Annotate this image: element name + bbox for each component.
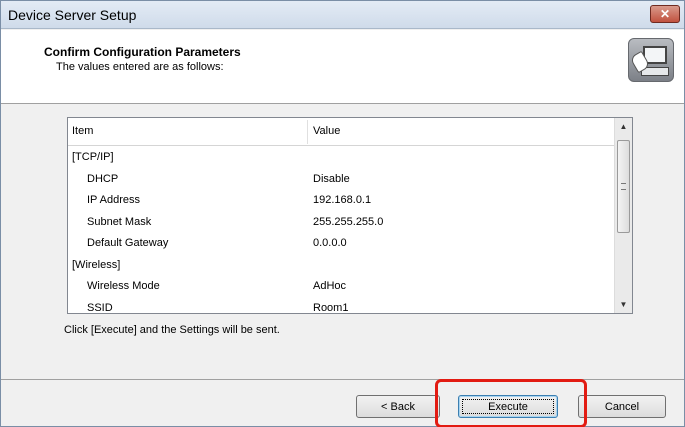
table-body: [TCP/IP] DHCP Disable IP Address 192.168.0.1… (68, 147, 615, 319)
table-row[interactable]: SSID Room1 (68, 298, 615, 320)
grip-icon (621, 183, 626, 190)
row-item: Default Gateway (87, 237, 169, 249)
config-table: Item Value [TCP/IP] DHCP Disable IP Address… (67, 117, 633, 314)
row-item: [Wireless] (72, 258, 121, 271)
row-value: Room1 (313, 301, 349, 314)
table-header: Item Value (68, 118, 615, 146)
row-value: AdHoc (313, 280, 347, 292)
back-button-label: < Back (381, 400, 415, 413)
page-title: Confirm Configuration Parameters (44, 45, 241, 59)
title-bar: Device Server Setup ✕ (1, 1, 684, 29)
row-value: Disable (313, 172, 350, 185)
table-row[interactable]: Subnet Mask 255.255.255.0 (68, 212, 615, 234)
row-value: 0.0.0.0 (313, 237, 347, 249)
close-button[interactable]: ✕ (650, 5, 680, 23)
computer-wrench-icon (628, 38, 674, 82)
cancel-button[interactable]: Cancel (578, 395, 666, 418)
table-row[interactable]: Default Gateway 0.0.0.0 (68, 233, 615, 255)
table-row[interactable]: DHCP Disable (68, 169, 615, 191)
row-value: 192.168.0.1 (313, 194, 372, 206)
scroll-down-icon[interactable]: ▼ (615, 296, 632, 313)
header-panel: Confirm Configuration Parameters The val… (1, 30, 684, 104)
row-item: Subnet Mask (87, 215, 152, 228)
scroll-up-icon[interactable]: ▲ (615, 118, 632, 135)
row-item: [TCP/IP] (72, 151, 114, 163)
column-header-value[interactable]: Value (313, 125, 340, 137)
table-row[interactable]: [TCP/IP] (68, 147, 615, 169)
page-subtitle: The values entered are as follows: (56, 61, 224, 73)
setup-dialog: Device Server Setup ✕ Confirm Configurat… (0, 0, 685, 427)
table-row[interactable]: Wireless Mode AdHoc (68, 276, 615, 298)
row-item: IP Address (87, 194, 140, 206)
execute-highlight-box (435, 379, 587, 427)
row-item: SSID (87, 301, 113, 314)
back-button[interactable]: < Back (356, 395, 440, 418)
scroll-thumb[interactable] (617, 140, 630, 233)
instruction-text: Click [Execute] and the Settings will be… (64, 324, 280, 336)
row-item: Wireless Mode (87, 280, 160, 292)
window-title: Device Server Setup (8, 7, 137, 23)
row-value: 255.255.255.0 (313, 215, 384, 228)
row-item: DHCP (87, 172, 119, 185)
vertical-scrollbar[interactable]: ▲ ▼ (614, 118, 632, 313)
table-row[interactable]: IP Address 192.168.0.1 (68, 190, 615, 212)
column-header-item[interactable]: Item (72, 125, 93, 137)
table-row[interactable]: [Wireless] (68, 255, 615, 277)
cancel-button-label: Cancel (604, 400, 640, 413)
